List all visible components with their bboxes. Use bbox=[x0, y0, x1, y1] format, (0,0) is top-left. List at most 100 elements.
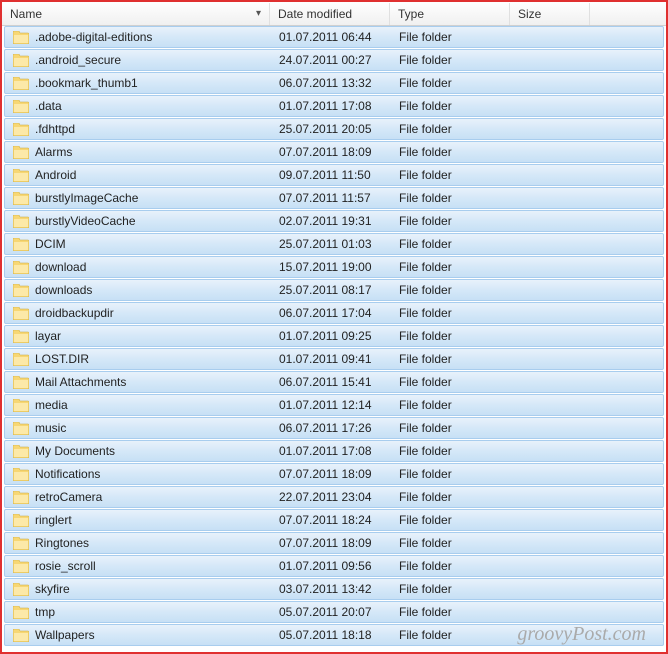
file-name-cell: My Documents bbox=[5, 442, 271, 460]
file-row[interactable]: Notifications07.07.2011 18:09File folder bbox=[4, 463, 664, 485]
folder-icon bbox=[13, 583, 29, 596]
file-row[interactable]: .bookmark_thumb1 06.07.2011 13:32File fol… bbox=[4, 72, 664, 94]
file-type-cell: File folder bbox=[391, 350, 511, 368]
file-date-cell: 25.07.2011 01:03 bbox=[271, 235, 391, 253]
file-row[interactable]: .fdhttpd25.07.2011 20:05File folder bbox=[4, 118, 664, 140]
file-date-cell: 07.07.2011 18:09 bbox=[271, 143, 391, 161]
column-header-name-label: Name bbox=[10, 7, 42, 21]
file-row[interactable]: burstlyImageCache07.07.2011 11:57File fo… bbox=[4, 187, 664, 209]
file-name-label: ringlert bbox=[35, 513, 72, 527]
file-date-cell: 01.07.2011 06:44 bbox=[271, 28, 391, 46]
file-type-cell: File folder bbox=[391, 143, 511, 161]
file-name-label: Alarms bbox=[35, 145, 72, 159]
file-size-cell bbox=[511, 311, 591, 315]
file-row[interactable]: Ringtones07.07.2011 18:09File folder bbox=[4, 532, 664, 554]
file-row[interactable]: rosie_scroll01.07.2011 09:56File folder bbox=[4, 555, 664, 577]
file-type-cell: File folder bbox=[391, 166, 511, 184]
file-name-cell: skyfire bbox=[5, 580, 271, 598]
file-row[interactable]: layar01.07.2011 09:25File folder bbox=[4, 325, 664, 347]
file-row[interactable]: Mail Attachments06.07.2011 15:41File fol… bbox=[4, 371, 664, 393]
file-name-cell: burstlyImageCache bbox=[5, 189, 271, 207]
folder-icon bbox=[13, 491, 29, 504]
file-size-cell bbox=[511, 219, 591, 223]
file-row[interactable]: .adobe-digital-editions01.07.2011 06:44F… bbox=[4, 26, 664, 48]
file-type-cell: File folder bbox=[391, 534, 511, 552]
file-name-cell: downloads bbox=[5, 281, 271, 299]
file-name-label: droidbackupdir bbox=[35, 306, 114, 320]
file-row[interactable]: ringlert07.07.2011 18:24File folder bbox=[4, 509, 664, 531]
file-name-cell: Android bbox=[5, 166, 271, 184]
file-row[interactable]: My Documents01.07.2011 17:08File folder bbox=[4, 440, 664, 462]
file-name-label: LOST.DIR bbox=[35, 352, 89, 366]
file-name-label: tmp bbox=[35, 605, 55, 619]
file-name-label: media bbox=[35, 398, 68, 412]
file-row[interactable]: media01.07.2011 12:14File folder bbox=[4, 394, 664, 416]
file-row[interactable]: downloads25.07.2011 08:17File folder bbox=[4, 279, 664, 301]
folder-icon bbox=[13, 468, 29, 481]
file-row[interactable]: .android_secure24.07.2011 00:27File fold… bbox=[4, 49, 664, 71]
file-row[interactable]: retroCamera22.07.2011 23:04File folder bbox=[4, 486, 664, 508]
file-name-label: Mail Attachments bbox=[35, 375, 126, 389]
folder-icon bbox=[13, 215, 29, 228]
file-name-cell: Alarms bbox=[5, 143, 271, 161]
watermark-text: groovyPost.com bbox=[517, 623, 646, 646]
file-row[interactable]: droidbackupdir 06.07.2011 17:04File folde… bbox=[4, 302, 664, 324]
file-row[interactable]: music06.07.2011 17:26File folder bbox=[4, 417, 664, 439]
column-header-type[interactable]: Type bbox=[390, 3, 510, 25]
file-date-cell: 25.07.2011 20:05 bbox=[271, 120, 391, 138]
file-row[interactable]: DCIM25.07.2011 01:03File folder bbox=[4, 233, 664, 255]
column-header-size[interactable]: Size bbox=[510, 3, 590, 25]
file-type-cell: File folder bbox=[391, 488, 511, 506]
file-size-cell bbox=[511, 426, 591, 430]
file-size-cell bbox=[511, 35, 591, 39]
file-row[interactable]: .data01.07.2011 17:08File folder bbox=[4, 95, 664, 117]
file-row[interactable]: Android09.07.2011 11:50File folder bbox=[4, 164, 664, 186]
folder-icon bbox=[13, 514, 29, 527]
file-type-cell: File folder bbox=[391, 442, 511, 460]
folder-icon bbox=[13, 537, 29, 550]
file-name-cell: burstlyVideoCache bbox=[5, 212, 271, 230]
file-name-label: burstlyVideoCache bbox=[35, 214, 136, 228]
folder-icon bbox=[13, 399, 29, 412]
file-name-label: .data bbox=[35, 99, 62, 113]
folder-icon bbox=[13, 422, 29, 435]
file-type-cell: File folder bbox=[391, 74, 511, 92]
file-row[interactable]: download15.07.2011 19:00File folder bbox=[4, 256, 664, 278]
file-date-cell: 06.07.2011 17:04 bbox=[271, 304, 391, 322]
file-size-cell bbox=[511, 564, 591, 568]
file-name-cell: Mail Attachments bbox=[5, 373, 271, 391]
file-type-cell: File folder bbox=[391, 557, 511, 575]
folder-icon bbox=[13, 146, 29, 159]
file-date-cell: 07.07.2011 18:09 bbox=[271, 534, 391, 552]
folder-icon bbox=[13, 445, 29, 458]
file-name-cell: media bbox=[5, 396, 271, 414]
file-size-cell bbox=[511, 357, 591, 361]
file-size-cell bbox=[511, 104, 591, 108]
file-row[interactable]: tmp05.07.2011 20:07File folder bbox=[4, 601, 664, 623]
file-date-cell: 09.07.2011 11:50 bbox=[271, 166, 391, 184]
folder-icon bbox=[13, 192, 29, 205]
file-date-cell: 07.07.2011 11:57 bbox=[271, 189, 391, 207]
file-size-cell bbox=[511, 495, 591, 499]
file-type-cell: File folder bbox=[391, 304, 511, 322]
folder-icon bbox=[13, 307, 29, 320]
file-type-cell: File folder bbox=[391, 465, 511, 483]
file-row[interactable]: skyfire03.07.2011 13:42File folder bbox=[4, 578, 664, 600]
file-size-cell bbox=[511, 403, 591, 407]
file-size-cell bbox=[511, 380, 591, 384]
file-name-label: .bookmark_thumb1 bbox=[35, 76, 138, 90]
file-row[interactable]: Alarms 07.07.2011 18:09File folder bbox=[4, 141, 664, 163]
sort-dropdown-icon: ▾ bbox=[256, 8, 261, 19]
file-name-cell: retroCamera bbox=[5, 488, 271, 506]
file-date-cell: 01.07.2011 09:56 bbox=[271, 557, 391, 575]
file-row[interactable]: LOST.DIR01.07.2011 09:41File folder bbox=[4, 348, 664, 370]
file-name-cell: download bbox=[5, 258, 271, 276]
file-date-cell: 06.07.2011 13:32 bbox=[271, 74, 391, 92]
column-header-name[interactable]: Name ▾ bbox=[2, 3, 270, 25]
file-date-cell: 05.07.2011 18:18 bbox=[271, 626, 391, 644]
column-header-date[interactable]: Date modified bbox=[270, 3, 390, 25]
file-list: .adobe-digital-editions01.07.2011 06:44F… bbox=[2, 26, 666, 647]
file-name-cell: tmp bbox=[5, 603, 271, 621]
file-size-cell bbox=[511, 472, 591, 476]
file-row[interactable]: burstlyVideoCache02.07.2011 19:31File fo… bbox=[4, 210, 664, 232]
